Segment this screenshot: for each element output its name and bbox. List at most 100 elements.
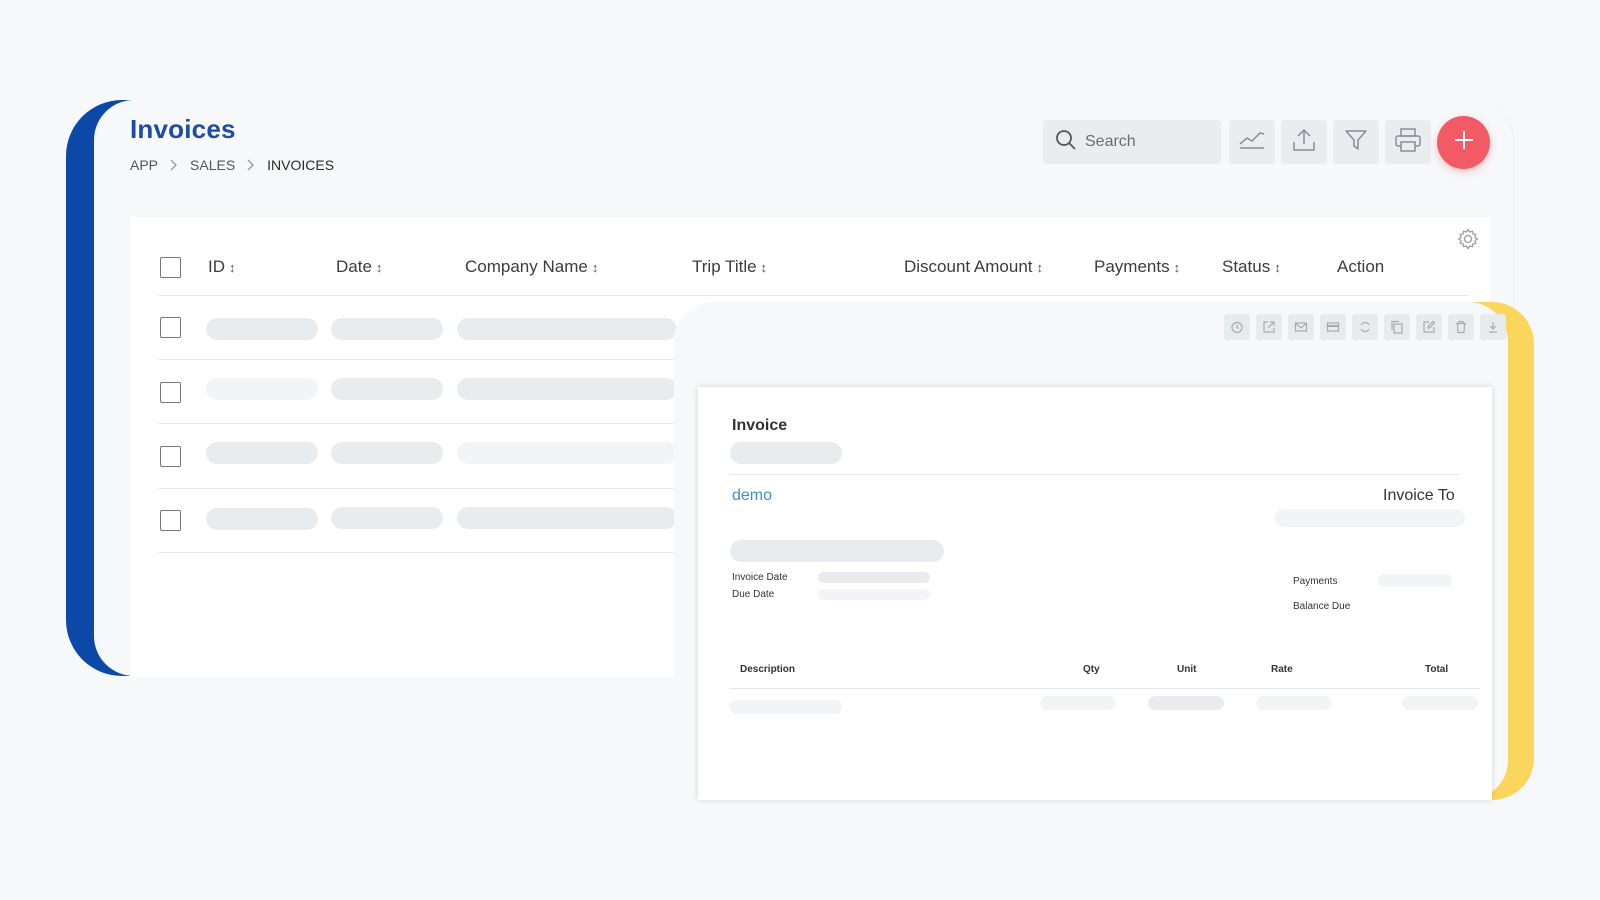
clock-icon[interactable]: [1224, 314, 1250, 340]
invoice-divider: [730, 474, 1460, 475]
skeleton-cell: [206, 508, 318, 530]
skeleton-cell: [331, 442, 443, 464]
column-label: ID: [208, 257, 225, 276]
printer-icon: [1394, 127, 1422, 158]
payments-label: Payments: [1293, 576, 1338, 587]
column-label: Payments: [1094, 257, 1170, 276]
column-header-date[interactable]: Date ↕: [336, 257, 382, 277]
skeleton-cell: [206, 318, 318, 340]
row-checkbox[interactable]: [160, 510, 181, 531]
invoice-title: Invoice: [732, 417, 788, 434]
row-divider: [158, 423, 678, 424]
preview-action-bar: [1224, 314, 1506, 340]
row-divider: [158, 552, 678, 553]
search-input[interactable]: [1085, 133, 1205, 151]
line-header-total: Total: [1425, 664, 1449, 675]
select-all-checkbox[interactable]: [160, 257, 181, 278]
line-header-description: Description: [740, 664, 796, 675]
skeleton-invoice-date: [818, 572, 930, 583]
copy-icon[interactable]: [1384, 314, 1410, 340]
search-icon: [1055, 129, 1077, 156]
skeleton-address: [1275, 509, 1465, 527]
breadcrumb-sales[interactable]: SALES: [190, 157, 235, 173]
card-icon[interactable]: [1320, 314, 1346, 340]
mail-icon[interactable]: [1288, 314, 1314, 340]
filter-button[interactable]: [1333, 120, 1379, 164]
line-header-rate: Rate: [1271, 664, 1293, 675]
skeleton-cell: [331, 507, 443, 529]
skeleton-line-total: [1402, 696, 1478, 710]
balance-due-label: Balance Due: [1293, 601, 1351, 612]
breadcrumb: APP SALES INVOICES: [130, 157, 334, 173]
print-button[interactable]: [1385, 120, 1431, 164]
sort-icon: ↕: [1173, 259, 1181, 275]
column-header-discount-amount[interactable]: Discount Amount ↕: [904, 257, 1043, 277]
download-icon[interactable]: [1480, 314, 1506, 340]
skeleton-payments: [1378, 574, 1452, 587]
line-header-qty: Qty: [1083, 664, 1100, 675]
sort-icon: ↕: [1274, 259, 1281, 275]
skeleton-cell: [206, 378, 318, 400]
row-divider: [158, 488, 678, 489]
sort-icon: ↕: [760, 259, 768, 275]
upload-button[interactable]: [1281, 120, 1327, 164]
trash-icon[interactable]: [1448, 314, 1474, 340]
chart-icon: [1238, 129, 1266, 156]
column-label: Discount Amount: [904, 257, 1033, 276]
column-label: Action: [1337, 257, 1385, 276]
invoice-to-label: Invoice To: [1383, 487, 1455, 504]
chart-button[interactable]: [1229, 120, 1275, 164]
breadcrumb-invoices: INVOICES: [267, 157, 335, 173]
invoice-date-label: Invoice Date: [732, 572, 788, 583]
sort-icon: ↕: [591, 259, 599, 275]
page-title: Invoices: [130, 114, 236, 144]
line-items-divider: [730, 688, 1480, 689]
skeleton-line-description: [730, 700, 842, 714]
row-divider: [158, 359, 678, 360]
skeleton-cell: [457, 507, 677, 529]
column-header-action: Action: [1337, 257, 1384, 277]
column-header-id[interactable]: ID ↕: [208, 257, 236, 277]
sort-icon: ↕: [375, 259, 383, 275]
row-checkbox[interactable]: [160, 446, 181, 467]
row-checkbox[interactable]: [160, 382, 181, 403]
skeleton-cell: [457, 442, 677, 464]
search-box[interactable]: [1043, 120, 1221, 164]
column-header-payments[interactable]: Payments ↕: [1094, 257, 1180, 277]
company-link[interactable]: demo: [732, 487, 772, 505]
column-header-trip-title[interactable]: Trip Title ↕: [692, 257, 767, 277]
column-label: Company Name: [465, 257, 588, 276]
skeleton-cell: [457, 318, 677, 340]
skeleton-cell: [331, 378, 443, 400]
filter-icon: [1344, 128, 1368, 157]
share-icon[interactable]: [1256, 314, 1282, 340]
header-divider: [158, 295, 1468, 296]
skeleton-company-name: [730, 540, 944, 562]
refresh-icon[interactable]: [1352, 314, 1378, 340]
column-label: Date: [336, 257, 372, 276]
row-checkbox[interactable]: [160, 317, 181, 338]
line-header-unit: Unit: [1177, 664, 1197, 675]
skeleton-cell: [457, 378, 677, 400]
due-date-label: Due Date: [732, 589, 775, 600]
upload-icon: [1291, 127, 1317, 158]
skeleton-due-date: [818, 589, 930, 600]
skeleton-cell: [331, 318, 443, 340]
gear-icon[interactable]: [1457, 228, 1479, 255]
skeleton-line-qty: [1040, 696, 1116, 710]
column-header-status[interactable]: Status ↕: [1222, 257, 1281, 277]
skeleton-cell: [206, 442, 318, 464]
skeleton-line-unit: [1148, 696, 1224, 710]
sort-icon: ↕: [1036, 259, 1044, 275]
sort-icon: ↕: [229, 259, 236, 275]
column-header-company-name[interactable]: Company Name ↕: [465, 257, 598, 277]
column-label: Status: [1222, 257, 1271, 276]
add-invoice-button[interactable]: [1437, 116, 1490, 169]
chevron-right-icon: [170, 159, 178, 171]
skeleton-invoice-number: [730, 442, 842, 464]
column-label: Trip Title: [692, 257, 757, 276]
edit-icon[interactable]: [1416, 314, 1442, 340]
plus-icon: [1453, 129, 1475, 156]
breadcrumb-app[interactable]: APP: [130, 157, 158, 173]
chevron-right-icon: [247, 159, 255, 171]
